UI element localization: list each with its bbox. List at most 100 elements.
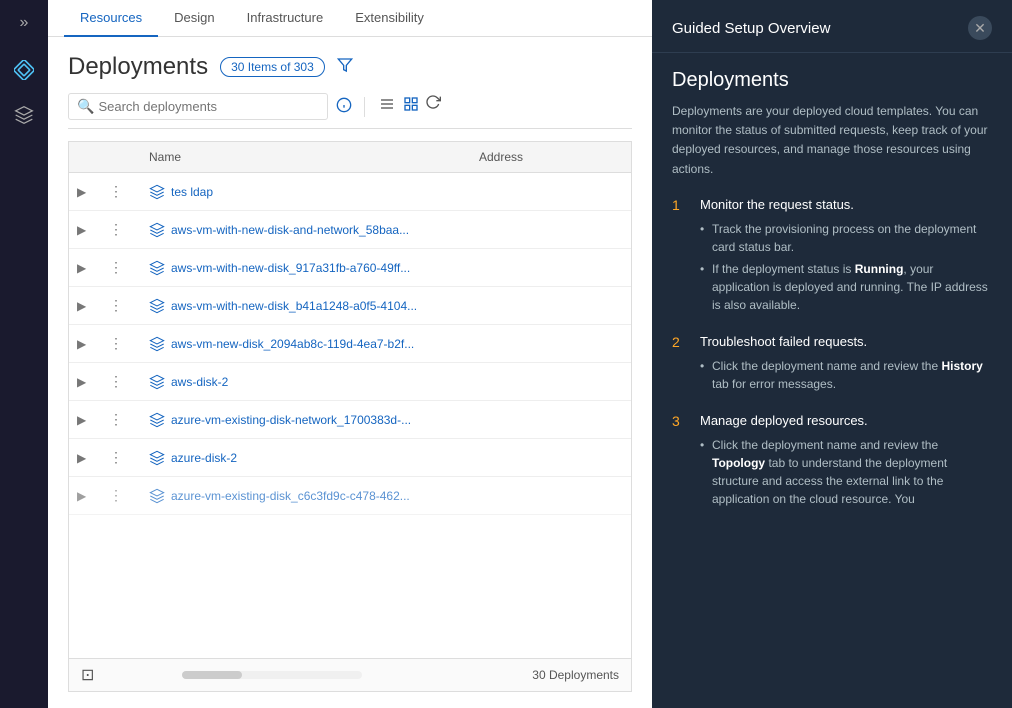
more-icon[interactable]: ⋮ [109,411,124,428]
row-name-cell[interactable]: aws-disk-2 [141,368,471,396]
table-row[interactable]: ▶ ⋮ tes ldap [69,173,631,211]
tab-resources[interactable]: Resources [64,0,158,37]
grid-view-icon[interactable] [401,94,421,119]
more-icon[interactable]: ⋮ [109,449,124,466]
row-expand-cell[interactable]: ▶ [69,293,101,319]
deployment-name: tes ldap [149,184,213,200]
tab-design[interactable]: Design [158,0,230,37]
tab-extensibility[interactable]: Extensibility [339,0,440,37]
row-menu-cell[interactable]: ⋮ [101,329,141,358]
expand-icon[interactable]: ▶ [77,337,86,351]
row-menu-cell[interactable]: ⋮ [101,443,141,472]
row-name-cell[interactable]: aws-vm-with-new-disk_917a31fb-a760-49ff.… [141,254,471,282]
row-name-cell[interactable]: azure-vm-existing-disk-network_1700383d-… [141,406,471,434]
row-expand-cell[interactable]: ▶ [69,217,101,243]
close-button[interactable]: ✕ [968,16,992,40]
row-name-cell[interactable]: tes ldap [141,178,471,206]
row-menu-cell[interactable]: ⋮ [101,253,141,282]
expand-icon[interactable]: ▶ [77,185,86,199]
row-expand-cell[interactable]: ▶ [69,179,101,205]
row-expand-cell[interactable]: ▶ [69,483,101,509]
more-icon[interactable]: ⋮ [109,373,124,390]
row-address-cell [471,414,631,426]
row-name-cell[interactable]: aws-vm-with-new-disk-and-network_58baa..… [141,216,471,244]
deployments-table: Name Address ▶ ⋮ tes ldap [68,141,632,692]
deployment-name: aws-vm-new-disk_2094ab8c-119d-4ea7-b2f..… [149,336,414,352]
row-menu-cell[interactable]: ⋮ [101,367,141,396]
search-icon: 🔍 [77,98,94,115]
table-row[interactable]: ▶ ⋮ azure-disk-2 [69,439,631,477]
more-icon[interactable]: ⋮ [109,297,124,314]
row-expand-cell[interactable]: ▶ [69,255,101,281]
sidebar-toggle-button[interactable]: » [14,8,35,38]
row-name-cell[interactable]: azure-disk-2 [141,444,471,472]
step-2-content: Troubleshoot failed requests. Click the … [700,334,992,397]
cube-icon[interactable] [14,95,34,140]
footer-count: 30 Deployments [532,668,619,682]
expand-icon[interactable]: ▶ [77,299,86,313]
row-expand-cell[interactable]: ▶ [69,445,101,471]
search-input[interactable] [98,99,319,114]
page-title: Deployments [68,53,208,81]
step-3-bullet-1: Click the deployment name and review the… [700,436,992,508]
step-1-number: 1 [672,197,688,318]
tab-infrastructure[interactable]: Infrastructure [231,0,340,37]
h-scrollbar-thumb[interactable] [182,671,242,679]
step-3-bullets: Click the deployment name and review the… [700,436,992,508]
row-menu-cell[interactable]: ⋮ [101,215,141,244]
expand-icon[interactable]: ▶ [77,489,86,503]
expand-icon[interactable]: ▶ [77,451,86,465]
row-expand-cell[interactable]: ▶ [69,369,101,395]
row-menu-cell[interactable]: ⋮ [101,481,141,510]
running-text: Running [855,262,904,276]
diamond-icon[interactable] [14,50,34,95]
row-name-cell[interactable]: aws-vm-new-disk_2094ab8c-119d-4ea7-b2f..… [141,330,471,358]
step-1-content: Monitor the request status. Track the pr… [700,197,992,318]
table-row[interactable]: ▶ ⋮ aws-disk-2 [69,363,631,401]
table-row[interactable]: ▶ ⋮ azure-vm-existing-disk-network_17003… [69,401,631,439]
row-address-cell [471,262,631,274]
step-3-content: Manage deployed resources. Click the dep… [700,413,992,512]
step-2-bullets: Click the deployment name and review the… [700,357,992,393]
expand-icon[interactable]: ▶ [77,223,86,237]
col-expand [69,150,101,164]
step-1-bullet-2: If the deployment status is Running, you… [700,260,992,314]
step-1-bullet-1: Track the provisioning process on the de… [700,220,992,256]
table-footer: ⊡ 30 Deployments [69,658,631,691]
expand-icon[interactable]: ▶ [77,261,86,275]
info-icon[interactable] [336,97,352,117]
more-icon[interactable]: ⋮ [109,335,124,352]
guided-section-title: Deployments [672,69,992,92]
main-content: Resources Design Infrastructure Extensib… [48,0,652,708]
row-menu-cell[interactable]: ⋮ [101,177,141,206]
step-3: 3 Manage deployed resources. Click the d… [672,413,992,512]
deployment-name: azure-vm-existing-disk_c6c3fd9c-c478-462… [149,488,410,504]
footer-expand-icon[interactable]: ⊡ [81,665,94,685]
table-row[interactable]: ▶ ⋮ azure-vm-existing-disk_c6c3fd9c-c478… [69,477,631,515]
row-name-cell[interactable]: aws-vm-with-new-disk_b41a1248-a0f5-4104.… [141,292,471,320]
table-row[interactable]: ▶ ⋮ aws-vm-with-new-disk_917a31fb-a760-4… [69,249,631,287]
deployment-name: aws-vm-with-new-disk-and-network_58baa..… [149,222,409,238]
table-row[interactable]: ▶ ⋮ aws-vm-new-disk_2094ab8c-119d-4ea7-b… [69,325,631,363]
search-input-wrapper: 🔍 [68,93,328,120]
expand-icon[interactable]: ▶ [77,375,86,389]
expand-icon[interactable]: ▶ [77,413,86,427]
more-icon[interactable]: ⋮ [109,259,124,276]
more-icon[interactable]: ⋮ [109,183,124,200]
more-icon[interactable]: ⋮ [109,487,124,504]
refresh-icon[interactable] [425,94,441,119]
row-menu-cell[interactable]: ⋮ [101,405,141,434]
deployment-name: aws-vm-with-new-disk_b41a1248-a0f5-4104.… [149,298,417,314]
row-menu-cell[interactable]: ⋮ [101,291,141,320]
horizontal-scrollbar[interactable] [182,671,362,679]
row-expand-cell[interactable]: ▶ [69,331,101,357]
guided-setup-panel: Guided Setup Overview ✕ Deployments Depl… [652,0,1012,708]
more-icon[interactable]: ⋮ [109,221,124,238]
row-expand-cell[interactable]: ▶ [69,407,101,433]
row-address-cell [471,490,631,502]
filter-icon[interactable] [337,57,353,78]
table-row[interactable]: ▶ ⋮ aws-vm-with-new-disk-and-network_58b… [69,211,631,249]
row-name-cell[interactable]: azure-vm-existing-disk_c6c3fd9c-c478-462… [141,482,471,510]
table-row[interactable]: ▶ ⋮ aws-vm-with-new-disk_b41a1248-a0f5-4… [69,287,631,325]
list-view-icon[interactable] [377,94,397,119]
